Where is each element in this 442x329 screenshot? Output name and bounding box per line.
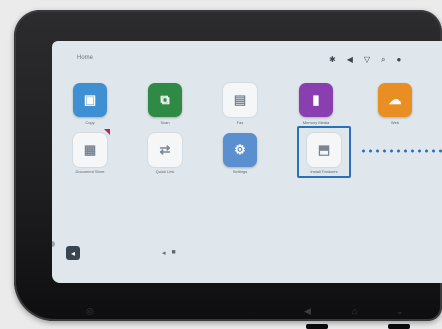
settings-app-label: Settings xyxy=(232,169,248,174)
document-store-app-tile[interactable]: ▦ xyxy=(73,133,107,167)
callout-dotted-line xyxy=(360,149,442,153)
web-app-tile[interactable]: ☁ xyxy=(378,83,412,117)
notification-badge-icon xyxy=(104,129,110,135)
home-nav-button[interactable]: ◂ xyxy=(66,246,80,260)
hw-button-led xyxy=(306,324,328,329)
memory-media-app-label: Memory Media xyxy=(302,120,330,125)
cloud-icon: ☁ xyxy=(388,92,402,107)
document-store-icon: ▦ xyxy=(83,142,97,157)
memory-media-app-tile[interactable]: ▮ xyxy=(299,83,333,117)
home-title: Home xyxy=(77,55,94,61)
scan-app-label: Scan xyxy=(160,120,170,125)
page-dot-icon: ■ xyxy=(171,249,176,256)
gear-icon: ⚙ xyxy=(234,142,246,157)
copy-icon: ▣ xyxy=(83,92,97,107)
hw-menu-button-icon[interactable]: ⌄ xyxy=(396,306,404,317)
status-bar: ✱ ◀ ▽ ⌕ ● xyxy=(329,55,401,65)
back-icon: ◂ xyxy=(70,248,75,258)
wifi-icon: ▽ xyxy=(363,55,371,64)
hw-home-button-icon[interactable]: ⌂ xyxy=(352,306,357,316)
quick-link-app-tile[interactable]: ⇄ xyxy=(148,133,182,167)
power-button-icon[interactable]: ◎ xyxy=(86,306,94,317)
hw-button-led xyxy=(388,324,410,329)
hw-back-button-icon[interactable]: ◀ xyxy=(304,306,311,317)
page-indicator: ◂ ■ xyxy=(162,249,176,257)
copy-app-tile[interactable]: ▣ xyxy=(73,83,107,117)
fax-icon: ▤ xyxy=(233,92,247,107)
memory-card-icon: ▮ xyxy=(312,92,320,107)
document-store-app-label: Document Store xyxy=(75,169,105,174)
volume-icon: ◀ xyxy=(346,55,353,64)
quick-link-icon: ⇄ xyxy=(159,142,171,157)
quick-link-app-label: Quick Link xyxy=(155,169,175,174)
touch-screen: Home ✱ ◀ ▽ ⌕ ● ▣ Copy ⧉ Scan ▤ Fax ▮ Mem… xyxy=(52,41,442,283)
settings-app-tile[interactable]: ⚙ xyxy=(223,133,257,167)
scan-app-tile[interactable]: ⧉ xyxy=(148,83,182,117)
callout-highlight-box xyxy=(297,126,351,178)
bluetooth-icon: ✱ xyxy=(329,55,336,64)
status-dot-icon: ● xyxy=(396,55,402,64)
web-app-label: Web xyxy=(390,120,400,125)
scan-icon: ⧉ xyxy=(160,92,170,107)
page-prev-icon[interactable]: ◂ xyxy=(162,249,166,257)
edge-indicator xyxy=(52,241,55,247)
search-icon[interactable]: ⌕ xyxy=(381,55,385,65)
fax-app-tile[interactable]: ▤ xyxy=(223,83,257,117)
fax-app-label: Fax xyxy=(236,120,244,125)
copy-app-label: Copy xyxy=(85,120,95,125)
device-body: Home ✱ ◀ ▽ ⌕ ● ▣ Copy ⧉ Scan ▤ Fax ▮ Mem… xyxy=(14,10,442,329)
